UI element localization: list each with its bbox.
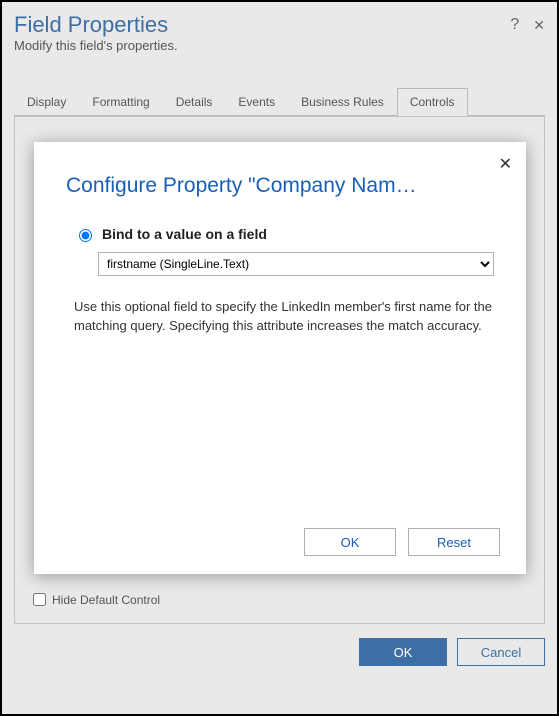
bind-to-field-radio[interactable] [79,229,92,242]
bind-to-field-label: Bind to a value on a field [102,226,267,242]
dialog-footer: OK Reset [56,528,504,556]
tab-formatting[interactable]: Formatting [79,88,162,116]
window-header: Field Properties ? ✕ [14,12,545,38]
field-select[interactable]: firstname (SingleLine.Text) [98,252,494,276]
field-select-wrap: firstname (SingleLine.Text) [98,252,494,276]
window-footer-buttons: OK Cancel [14,638,545,666]
hide-default-control-row: Hide Default Control [29,590,160,609]
hide-default-control-checkbox[interactable] [33,593,46,606]
tab-business-rules[interactable]: Business Rules [288,88,397,116]
hide-default-control-label: Hide Default Control [52,593,160,607]
tab-bar: Display Formatting Details Events Busine… [14,87,545,116]
cancel-button[interactable]: Cancel [457,638,545,666]
bind-option-row: Bind to a value on a field [74,226,504,242]
page-subtitle: Modify this field's properties. [14,38,545,53]
page-title: Field Properties [14,12,510,38]
tab-display[interactable]: Display [14,88,79,116]
help-icon[interactable]: ? [510,16,519,34]
tab-events[interactable]: Events [225,88,288,116]
dialog-reset-button[interactable]: Reset [408,528,500,556]
configure-property-dialog: ✕ Configure Property "Company Nam… Bind … [34,142,526,574]
property-description: Use this optional field to specify the L… [74,298,494,336]
close-icon[interactable]: ✕ [533,17,545,34]
tab-details[interactable]: Details [163,88,226,116]
tab-controls[interactable]: Controls [397,88,468,116]
dialog-title: Configure Property "Company Nam… [66,174,494,198]
dialog-ok-button[interactable]: OK [304,528,396,556]
dialog-close-icon[interactable]: ✕ [499,154,512,174]
ok-button[interactable]: OK [359,638,447,666]
